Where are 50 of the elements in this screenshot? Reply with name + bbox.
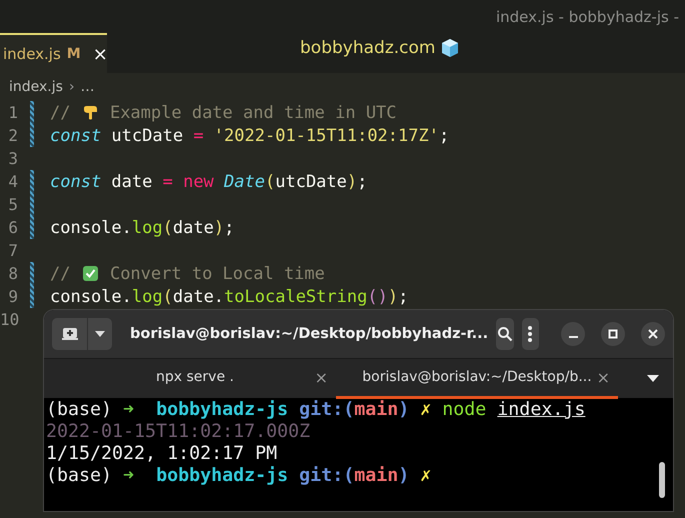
caret-icon xyxy=(95,331,105,337)
terminal-line: (base) ➜ bobbyhadz-js git:(main) ✗ xyxy=(46,465,432,487)
terminal-line: (base) ➜ bobbyhadz-js git:(main) ✗ node index.js xyxy=(46,399,586,421)
tab-close-button[interactable]: × xyxy=(314,368,328,386)
window-title: index.js - bobbyhadz-js - xyxy=(496,8,679,26)
code-text: const date = new Date(utcDate); xyxy=(50,172,368,192)
close-button[interactable] xyxy=(641,322,665,346)
code-text: console.log(date); xyxy=(50,218,234,238)
dropdown-button[interactable] xyxy=(88,318,112,350)
code-text: Example date and time in UTC xyxy=(108,102,397,122)
menu-button[interactable] xyxy=(522,318,539,350)
line-number: 4 xyxy=(7,172,18,191)
scrollbar[interactable] xyxy=(659,462,665,498)
code-text: // xyxy=(50,264,72,284)
maximize-button[interactable] xyxy=(601,322,625,346)
line-number: 6 xyxy=(7,218,18,237)
line-number: 5 xyxy=(7,195,18,214)
terminal-tab[interactable]: borislav@borislav:~/Desktop/b... × xyxy=(336,358,618,398)
close-icon xyxy=(648,329,658,339)
minimize-icon xyxy=(568,336,578,338)
new-tab-icon xyxy=(62,327,78,341)
breadcrumb-more[interactable]: … xyxy=(80,79,95,95)
code-text: // xyxy=(50,102,72,122)
code-text: Convert to Local time xyxy=(108,264,325,284)
line-number: 2 xyxy=(7,126,18,145)
line-number: 10 xyxy=(0,310,18,329)
tab-list-icon[interactable] xyxy=(647,375,659,382)
search-icon xyxy=(496,326,513,342)
terminal-tab[interactable]: npx serve . × xyxy=(54,358,336,398)
minimize-button[interactable] xyxy=(561,322,585,346)
terminal-line: 2022-01-15T11:02:17.000Z xyxy=(46,421,310,443)
terminal-line: 1/15/2022, 1:02:17 PM xyxy=(46,443,278,465)
breadcrumb-separator: › xyxy=(68,79,75,95)
code-text: console.log(date.toLocaleString()); xyxy=(50,286,408,306)
line-number: 1 xyxy=(7,103,18,122)
line-number: 3 xyxy=(7,149,18,168)
line-number: 7 xyxy=(7,241,18,260)
search-button[interactable] xyxy=(496,318,514,350)
breadcrumb-file[interactable]: index.js xyxy=(9,79,63,95)
line-number: 9 xyxy=(7,287,18,306)
editor-tab[interactable]: index.js M × xyxy=(0,33,107,73)
line-number: 8 xyxy=(7,264,18,283)
code-text: const utcDate = '2022-01-15T11:02:17Z'; xyxy=(50,126,450,146)
check-icon xyxy=(82,265,99,282)
terminal-title: borislav@borislav:~/Desktop/bobbyhadz-r... xyxy=(130,326,488,342)
new-tab-button[interactable] xyxy=(52,318,87,350)
maximize-icon xyxy=(608,329,618,339)
tab-close-button[interactable]: × xyxy=(596,368,610,386)
menu-icon xyxy=(527,325,534,343)
brand-text: bobbyhadz.com xyxy=(300,38,436,58)
